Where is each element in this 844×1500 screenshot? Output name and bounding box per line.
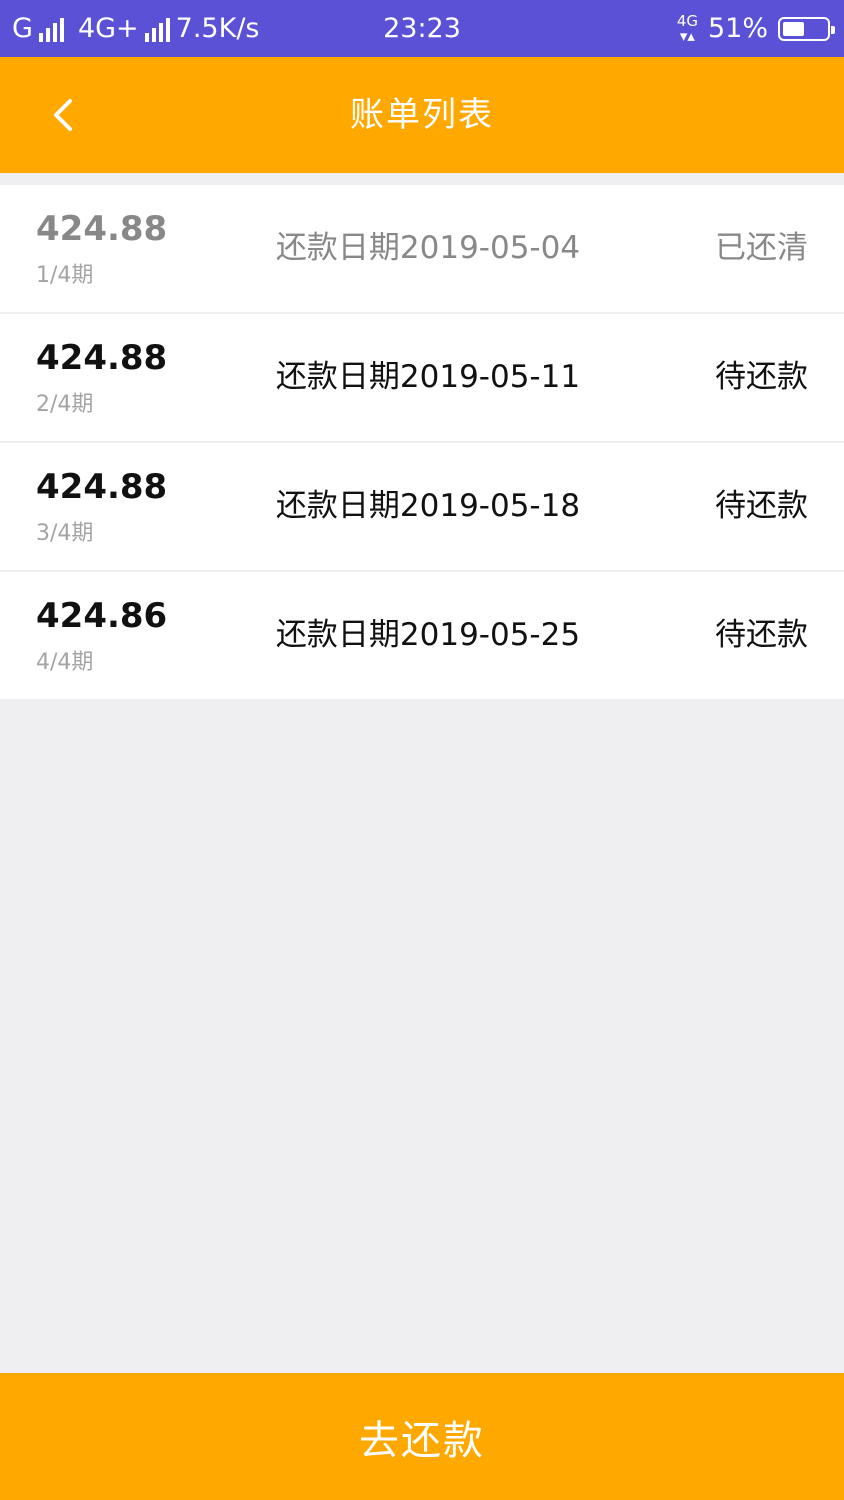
status-right: 4G ▾▴ 51% bbox=[676, 0, 835, 57]
page-title: 账单列表 bbox=[350, 95, 494, 135]
bill-amount: 424.88 bbox=[36, 209, 168, 249]
bill-row[interactable]: 424.88 3/4期 还款日期2019-05-18 待还款 bbox=[0, 443, 844, 572]
bill-row[interactable]: 424.88 2/4期 还款日期2019-05-11 待还款 bbox=[0, 314, 844, 443]
bill-amount: 424.86 bbox=[36, 596, 168, 636]
battery-cap bbox=[831, 25, 835, 34]
battery-icon bbox=[778, 16, 835, 41]
nav-bar: 账单列表 bbox=[0, 57, 844, 173]
bill-due-date: 还款日期2019-05-11 bbox=[275, 359, 581, 395]
network-4g-icon: 4G ▾▴ bbox=[676, 11, 698, 45]
bill-list: 424.88 1/4期 还款日期2019-05-04 已还清 424.88 2/… bbox=[0, 185, 844, 699]
bill-period: 3/4期 bbox=[36, 521, 94, 546]
bill-amount: 424.88 bbox=[36, 467, 168, 507]
bill-status: 待还款 bbox=[715, 488, 808, 524]
bill-due-date: 还款日期2019-05-18 bbox=[275, 488, 581, 524]
bill-amount: 424.88 bbox=[36, 338, 168, 378]
app-root: G 4G+ 7.5K/s 23:23 4G ▾▴ 51% 账单列表 424.88… bbox=[0, 0, 844, 1500]
bill-due-date: 还款日期2019-05-25 bbox=[275, 617, 581, 653]
bill-period: 1/4期 bbox=[36, 263, 94, 288]
status-bar: G 4G+ 7.5K/s 23:23 4G ▾▴ 51% bbox=[0, 0, 844, 57]
battery-percent: 51% bbox=[707, 13, 768, 44]
pay-button[interactable]: 去还款 bbox=[0, 1373, 844, 1500]
bill-status: 已还清 bbox=[715, 230, 808, 266]
battery-fill bbox=[783, 21, 804, 36]
bill-due-date: 还款日期2019-05-04 bbox=[275, 230, 581, 266]
bill-row[interactable]: 424.88 1/4期 还款日期2019-05-04 已还清 bbox=[0, 185, 844, 314]
bill-status: 待还款 bbox=[715, 617, 808, 653]
bill-status: 待还款 bbox=[715, 359, 808, 395]
bill-period: 2/4期 bbox=[36, 392, 94, 417]
bill-period: 4/4期 bbox=[36, 650, 94, 675]
bill-row[interactable]: 424.86 4/4期 还款日期2019-05-25 待还款 bbox=[0, 572, 844, 699]
